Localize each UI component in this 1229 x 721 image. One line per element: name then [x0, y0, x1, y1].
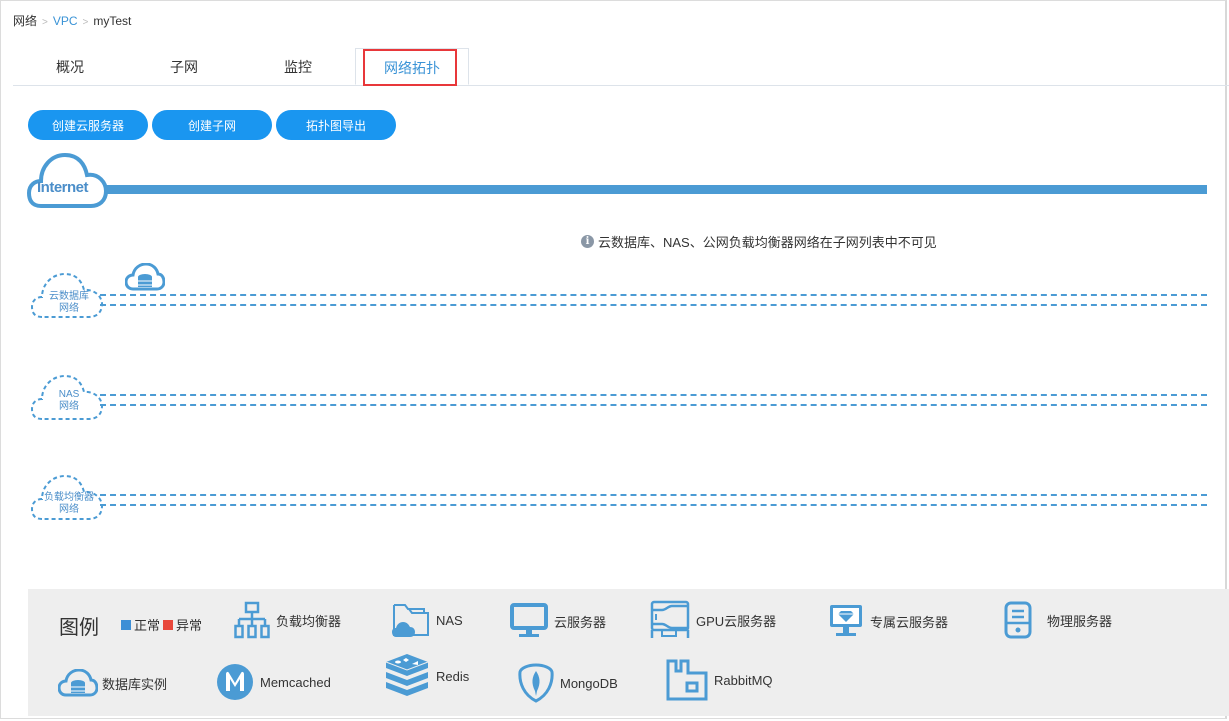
legend-item-gpu-server: GPU云服务器 — [650, 600, 776, 640]
status-normal-label: 正常 — [134, 618, 161, 633]
breadcrumb-separator: > — [82, 17, 89, 28]
legend-item-mongodb: MongoDB — [518, 663, 618, 703]
legend-label: 专属云服务器 — [870, 614, 949, 630]
internet-node[interactable]: Internet — [26, 151, 109, 214]
legend-label: RabbitMQ — [714, 672, 773, 688]
breadcrumb: 网络 > VPC > myTest — [13, 12, 131, 29]
legend-item-memcached: Memcached — [216, 663, 331, 701]
legend-label: GPU云服务器 — [696, 613, 777, 629]
breadcrumb-network[interactable]: 网络 — [13, 14, 37, 28]
legend-label: 负载均衡器 — [276, 613, 342, 629]
tab-bar: 概况 子网 监控 网络拓扑 — [13, 48, 1229, 86]
nas-network-line — [100, 394, 1207, 396]
legend-label: 云服务器 — [554, 614, 607, 630]
legend-item-database-instance: 数据库实例 — [58, 669, 167, 697]
mongodb-icon — [518, 663, 554, 703]
nas-network-line — [100, 404, 1207, 406]
tab-overview[interactable]: 概况 — [13, 48, 127, 85]
legend-item-dedicated-server: 专属云服务器 — [828, 603, 948, 639]
topology-notice: i 云数据库、NAS、公网负载均衡器网络在子网列表中不可见 — [581, 232, 937, 251]
rabbitmq-icon — [666, 659, 708, 701]
breadcrumb-separator: > — [42, 17, 48, 28]
legend-label: Memcached — [260, 674, 331, 690]
legend-status: 正常 异常 — [121, 615, 202, 634]
gpu-server-icon — [650, 600, 690, 638]
load-balancer-network-label-1: 负载均衡器 — [44, 492, 94, 503]
nas-network-label-2: 网络 — [59, 401, 79, 412]
legend-item-rabbitmq: RabbitMQ — [666, 659, 773, 701]
legend-label: 数据库实例 — [102, 676, 168, 692]
internet-label: Internet — [37, 179, 89, 196]
legend-item-redis: Redis — [384, 654, 469, 698]
load-balancer-network-line — [100, 494, 1207, 496]
legend-item-physical-server: 物理服务器 — [1003, 601, 1112, 639]
monitor-icon — [510, 603, 548, 637]
tab-monitor[interactable]: 监控 — [241, 48, 355, 85]
legend-title: 图例 — [59, 617, 99, 639]
tab-subnet[interactable]: 子网 — [127, 48, 241, 85]
redis-icon — [385, 654, 429, 696]
database-network-label-1: 云数据库 — [49, 291, 89, 302]
create-server-button[interactable]: 创建云服务器 — [28, 110, 148, 140]
load-balancer-icon — [234, 601, 270, 639]
load-balancer-network-line — [100, 504, 1207, 506]
dedicated-server-icon — [830, 605, 862, 636]
cloud-database-icon — [124, 262, 166, 291]
breadcrumb-vpc[interactable]: VPC — [53, 14, 78, 28]
export-topology-button[interactable]: 拓扑图导出 — [276, 110, 396, 140]
status-abnormal-swatch — [163, 619, 174, 630]
tab-network-topology[interactable]: 网络拓扑 — [355, 48, 469, 85]
legend-label: Redis — [436, 668, 470, 684]
memcached-icon — [217, 664, 253, 700]
legend-panel: 图例 正常 异常 负载均衡器 NAS 云服务器 GPU云服务器 专属云服务器 物… — [28, 589, 1229, 716]
cloud-database-icon — [58, 669, 98, 697]
legend-item-load-balancer: 负载均衡器 — [234, 601, 341, 639]
status-abnormal-label: 异常 — [176, 618, 203, 633]
database-network-line — [100, 304, 1207, 306]
notice-text: 云数据库、NAS、公网负载均衡器网络在子网列表中不可见 — [598, 235, 937, 250]
breadcrumb-current: myTest — [93, 14, 132, 28]
physical-server-icon — [1004, 601, 1032, 639]
internet-line — [100, 185, 1207, 194]
status-normal-swatch — [121, 619, 131, 630]
legend-label: NAS — [436, 612, 463, 628]
legend-item-cloud-server: 云服务器 — [510, 603, 606, 639]
nas-folder-icon — [392, 604, 429, 637]
legend-label: MongoDB — [560, 675, 618, 691]
database-network-label-2: 网络 — [59, 303, 79, 314]
legend-item-nas: NAS — [392, 601, 463, 639]
create-subnet-button[interactable]: 创建子网 — [152, 110, 272, 140]
database-network-line — [100, 294, 1207, 296]
nas-network-label-1: NAS — [58, 389, 80, 400]
info-icon: i — [581, 235, 594, 248]
database-instance-node[interactable] — [124, 262, 166, 296]
legend-label: 物理服务器 — [1047, 613, 1113, 629]
load-balancer-network-label-2: 网络 — [59, 504, 79, 515]
